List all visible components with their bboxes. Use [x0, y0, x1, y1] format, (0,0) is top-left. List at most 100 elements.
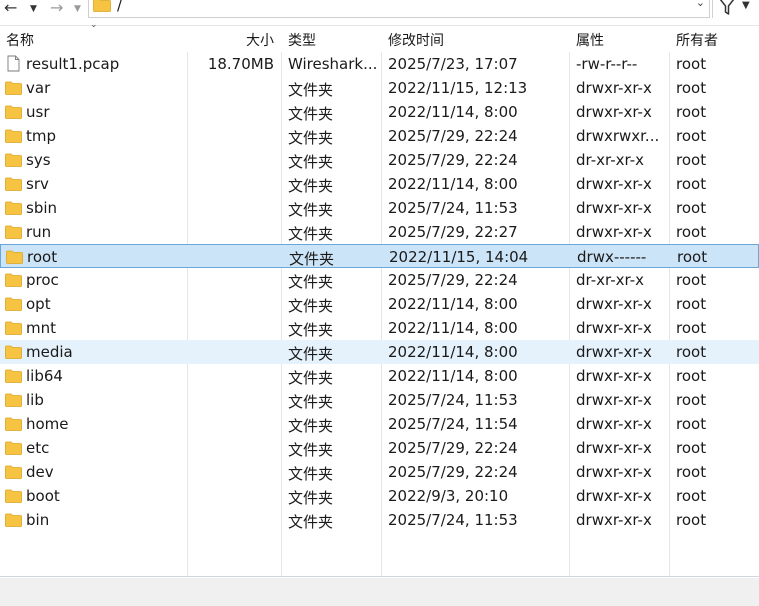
file-size	[188, 103, 274, 123]
chevron-down-icon: ▼	[74, 4, 81, 14]
table-row[interactable]: lib64 文件夹 2022/11/14, 8:00 drwxr-xr-x root	[0, 364, 759, 388]
table-row[interactable]: usr 文件夹 2022/11/14, 8:00 drwxr-xr-x root	[0, 100, 759, 124]
file-name: lib64	[26, 367, 63, 385]
column-header-permissions[interactable]: 属性	[576, 30, 604, 50]
file-owner: root	[676, 391, 707, 409]
table-row[interactable]: sbin 文件夹 2025/7/24, 11:53 drwxr-xr-x root	[0, 196, 759, 220]
table-row[interactable]: dev 文件夹 2025/7/29, 22:24 drwxr-xr-x root	[0, 460, 759, 484]
filter-icon[interactable]	[716, 0, 738, 17]
file-permissions: dr-xr-xr-x	[576, 151, 645, 169]
table-row[interactable]: tmp 文件夹 2025/7/29, 22:24 drwxrwxr... root	[0, 124, 759, 148]
file-name: boot	[26, 487, 60, 505]
chevron-down-icon: ▼	[30, 4, 37, 14]
table-row[interactable]: etc 文件夹 2025/7/29, 22:24 drwxr-xr-x root	[0, 436, 759, 460]
file-modified: 2025/7/24, 11:53	[388, 511, 518, 529]
file-permissions: drwxr-xr-x	[576, 343, 652, 361]
path-dropdown-chevron-icon[interactable]: ⌄	[696, 0, 705, 9]
file-modified: 2025/7/24, 11:54	[388, 415, 518, 433]
file-owner: root	[676, 55, 707, 73]
file-name: srv	[26, 175, 49, 193]
file-name: usr	[26, 103, 50, 121]
file-size	[188, 271, 274, 291]
column-header-type[interactable]: 类型	[288, 30, 316, 50]
file-type: 文件夹	[288, 105, 334, 123]
file-modified: 2022/9/3, 20:10	[388, 487, 509, 505]
back-history-dropdown[interactable]: ▼	[30, 0, 37, 18]
table-row[interactable]: srv 文件夹 2022/11/14, 8:00 drwxr-xr-x root	[0, 172, 759, 196]
file-name: tmp	[26, 127, 57, 145]
folder-icon	[5, 129, 22, 143]
folder-icon	[6, 250, 23, 264]
file-size	[188, 79, 274, 99]
table-row[interactable]: proc 文件夹 2025/7/29, 22:24 dr-xr-xr-x root	[0, 268, 759, 292]
file-size	[188, 175, 274, 195]
folder-icon	[5, 153, 22, 167]
file-permissions: drwx------	[577, 248, 647, 266]
file-permissions: drwxr-xr-x	[576, 511, 652, 529]
folder-icon	[93, 0, 111, 12]
file-size	[188, 367, 274, 387]
file-modified: 2025/7/29, 22:27	[388, 223, 518, 241]
folder-icon	[5, 345, 22, 359]
table-row[interactable]: mnt 文件夹 2022/11/14, 8:00 drwxr-xr-x root	[0, 316, 759, 340]
folder-icon	[5, 441, 22, 455]
file-permissions: drwxr-xr-x	[576, 199, 652, 217]
file-type: 文件夹	[288, 225, 334, 243]
table-row[interactable]: boot 文件夹 2022/9/3, 20:10 drwxr-xr-x root	[0, 484, 759, 508]
table-row[interactable]: media 文件夹 2022/11/14, 8:00 drwxr-xr-x root	[0, 340, 759, 364]
folder-icon	[5, 465, 22, 479]
path-input[interactable]: / ⌄	[88, 0, 710, 18]
file-permissions: drwxr-xr-x	[576, 295, 652, 313]
file-icon	[7, 55, 20, 72]
file-name: media	[26, 343, 73, 361]
table-row[interactable]: result1.pcap 18.70MB Wireshark... 2025/7/23…	[0, 52, 759, 76]
column-header-modified[interactable]: 修改时间	[388, 30, 444, 50]
file-permissions: drwxr-xr-x	[576, 391, 652, 409]
column-header-size[interactable]: 大小	[246, 30, 274, 50]
file-type: 文件夹	[288, 177, 334, 195]
column-header-modified-label: 修改时间	[388, 33, 444, 49]
file-modified: 2022/11/14, 8:00	[388, 343, 518, 361]
file-modified: 2025/7/29, 22:24	[388, 151, 518, 169]
table-row[interactable]: var 文件夹 2022/11/15, 12:13 drwxr-xr-x root	[0, 76, 759, 100]
filter-dropdown-chevron-icon[interactable]: ▼	[742, 0, 750, 11]
folder-icon	[5, 201, 22, 215]
file-name: dev	[26, 463, 54, 481]
file-type: 文件夹	[288, 345, 334, 363]
table-row[interactable]: lib 文件夹 2025/7/24, 11:53 drwxr-xr-x root	[0, 388, 759, 412]
table-row[interactable]: root 文件夹 2022/11/15, 14:04 drwx------ root	[0, 244, 759, 268]
file-modified: 2022/11/14, 8:00	[388, 319, 518, 337]
file-name: proc	[26, 271, 59, 289]
table-row[interactable]: bin 文件夹 2025/7/24, 11:53 drwxr-xr-x root	[0, 508, 759, 532]
file-name: home	[26, 415, 69, 433]
file-modified: 2022/11/15, 14:04	[389, 248, 529, 266]
file-type: 文件夹	[288, 153, 334, 171]
file-owner: root	[676, 511, 707, 529]
toolbar: ← ▼ → ▼ / ⌄ ▼	[0, 0, 759, 20]
file-owner: root	[676, 103, 707, 121]
file-size	[188, 343, 274, 363]
file-permissions: drwxr-xr-x	[576, 415, 652, 433]
list-header: 名称 ⌄ 大小 类型 修改时间 属性 所有者	[0, 20, 759, 52]
table-row[interactable]: run 文件夹 2025/7/29, 22:27 drwxr-xr-x root	[0, 220, 759, 244]
table-row[interactable]: home 文件夹 2025/7/24, 11:54 drwxr-xr-x root	[0, 412, 759, 436]
file-modified: 2025/7/29, 22:24	[388, 439, 518, 457]
table-row[interactable]: sys 文件夹 2025/7/29, 22:24 dr-xr-xr-x root	[0, 148, 759, 172]
column-header-owner[interactable]: 所有者	[676, 30, 718, 50]
table-row[interactable]: opt 文件夹 2022/11/14, 8:00 drwxr-xr-x root	[0, 292, 759, 316]
file-name: opt	[26, 295, 51, 313]
folder-icon	[5, 321, 22, 335]
file-modified: 2025/7/29, 22:24	[388, 127, 518, 145]
folder-icon	[5, 297, 22, 311]
file-permissions: drwxr-xr-x	[576, 487, 652, 505]
file-name: root	[27, 248, 58, 266]
forward-history-dropdown[interactable]: ▼	[74, 0, 81, 18]
file-permissions: drwxrwxr...	[576, 127, 660, 145]
status-bar	[0, 578, 759, 606]
column-header-name[interactable]: 名称	[6, 30, 34, 50]
back-button[interactable]: ←	[4, 0, 17, 17]
file-type: 文件夹	[288, 321, 334, 339]
file-type: 文件夹	[288, 129, 334, 147]
arrow-right-icon: →	[50, 0, 64, 17]
forward-button[interactable]: →	[50, 0, 64, 17]
